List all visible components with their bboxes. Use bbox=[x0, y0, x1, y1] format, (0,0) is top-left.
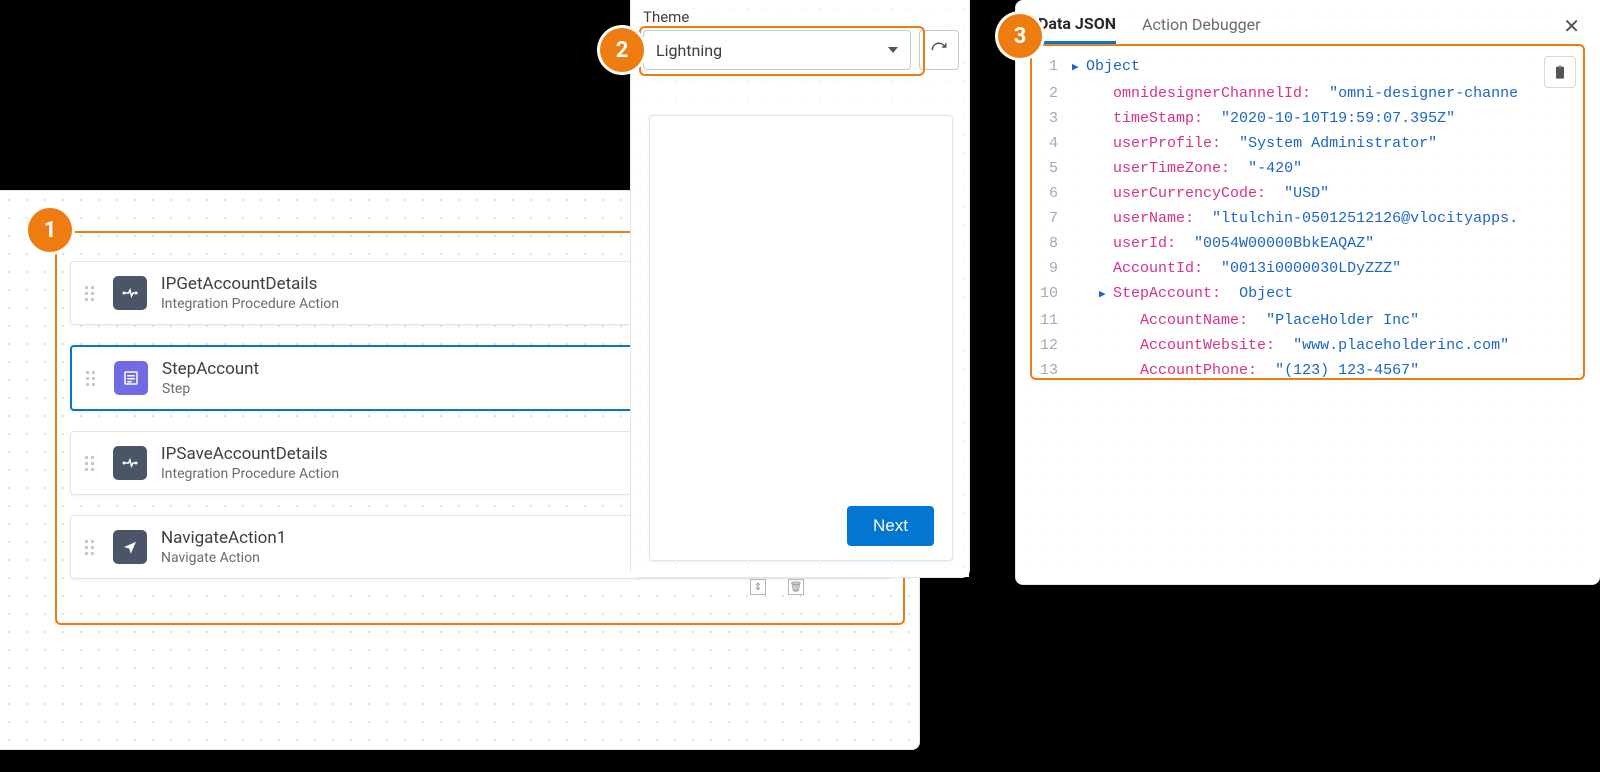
step-title: NavigateAction1 bbox=[161, 528, 286, 548]
callout-badge-2: 2 bbox=[600, 28, 644, 72]
refresh-button[interactable] bbox=[919, 30, 959, 70]
json-line: 13 AccountPhone: "(123) 123-4567" bbox=[1038, 358, 1578, 383]
debug-tabbar: Data JSON Action Debugger ✕ bbox=[1038, 12, 1580, 46]
json-line: 8 userId: "0054W00000BbkEAQAZ" bbox=[1038, 231, 1578, 256]
json-line: 7 userName: "ltulchin-05012512126@vlocit… bbox=[1038, 206, 1578, 231]
theme-select[interactable]: Lightning bbox=[643, 30, 911, 70]
json-line: 4 userProfile: "System Administrator" bbox=[1038, 131, 1578, 156]
drag-handle-icon[interactable] bbox=[86, 366, 100, 390]
drag-handle-icon[interactable] bbox=[85, 535, 99, 559]
json-line: 12 AccountWebsite: "www.placeholderinc.c… bbox=[1038, 333, 1578, 358]
step-type-icon bbox=[113, 446, 147, 480]
step-subtitle: Navigate Action bbox=[161, 550, 286, 566]
json-line: 3 timeStamp: "2020-10-10T19:59:07.395Z" bbox=[1038, 106, 1578, 131]
preview-panel: Theme Lightning Next bbox=[630, 0, 970, 578]
next-button[interactable]: Next bbox=[847, 506, 934, 546]
step-title: StepAccount bbox=[162, 359, 259, 379]
json-line: 10 ▶StepAccount: Object bbox=[1038, 281, 1578, 308]
theme-select-value: Lightning bbox=[656, 41, 722, 60]
step-subtitle: Step bbox=[162, 381, 259, 397]
theme-label: Theme bbox=[643, 8, 689, 26]
json-line: 5 userTimeZone: "-420" bbox=[1038, 156, 1578, 181]
step-type-icon bbox=[114, 361, 148, 395]
preview-canvas: Next bbox=[649, 115, 953, 561]
tab-action-debugger[interactable]: Action Debugger bbox=[1142, 15, 1261, 42]
step-type-icon bbox=[113, 276, 147, 310]
json-line: 9 AccountId: "0013i0000030LDyZZZ" bbox=[1038, 256, 1578, 281]
handle-icon[interactable]: 🗑 bbox=[788, 579, 804, 595]
step-title: IPGetAccountDetails bbox=[161, 274, 339, 294]
chevron-down-icon bbox=[888, 47, 898, 53]
step-title: IPSaveAccountDetails bbox=[161, 444, 339, 464]
json-viewer: 1▶Object2 omnidesignerChannelId: "omni-d… bbox=[1038, 54, 1578, 383]
resize-handles: ⇕ 🗑 bbox=[750, 579, 804, 595]
json-line: 2 omnidesignerChannelId: "omni-designer-… bbox=[1038, 81, 1578, 106]
debug-panel: Data JSON Action Debugger ✕ 1▶Object2 om… bbox=[1015, 0, 1600, 585]
json-line: 6 userCurrencyCode: "USD" bbox=[1038, 181, 1578, 206]
callout-badge-3: 3 bbox=[998, 14, 1042, 58]
drag-handle-icon[interactable] bbox=[85, 451, 99, 475]
tab-data-json[interactable]: Data JSON bbox=[1038, 14, 1116, 44]
callout-badge-1: 1 bbox=[28, 208, 72, 252]
drag-handle-icon[interactable] bbox=[85, 281, 99, 305]
step-type-icon bbox=[113, 530, 147, 564]
json-line: 1▶Object bbox=[1038, 54, 1578, 81]
json-line: 11 AccountName: "PlaceHolder Inc" bbox=[1038, 308, 1578, 333]
step-subtitle: Integration Procedure Action bbox=[161, 296, 339, 312]
step-subtitle: Integration Procedure Action bbox=[161, 466, 339, 482]
close-icon[interactable]: ✕ bbox=[1563, 14, 1580, 44]
refresh-icon bbox=[930, 41, 948, 59]
handle-icon[interactable]: ⇕ bbox=[750, 579, 766, 595]
